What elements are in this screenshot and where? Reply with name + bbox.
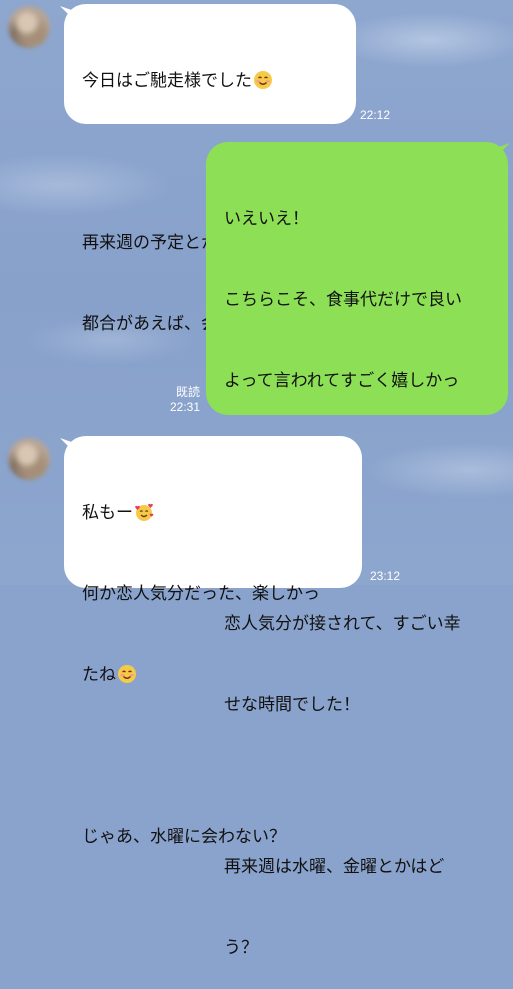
avatar[interactable] [8,438,50,480]
message-line: 私もー [82,500,344,527]
message-line: 再来週は水曜、金曜とかはど [224,857,445,877]
smiling-face-icon [254,71,272,89]
message-time: 22:31 [169,400,200,414]
message-time: 22:12 [360,108,391,122]
message-line: よって言われてすごく嬉しかっ [224,371,460,391]
message-bubble-incoming[interactable]: 私もー 何か恋人気分だった、楽しかっ たね じゃあ、水曜に会わない？ [64,436,362,847]
message-line: 今日はご馳走様でした [82,68,338,95]
message-line [224,773,490,800]
message-line: こちらこそ、食事代だけで良い [224,290,462,310]
read-status: 既読 [175,385,200,399]
message-line: いえいえ！ [224,209,309,229]
message-line: う？ [224,938,258,958]
message-line: 何か恋人気分だった、楽しかっ [82,584,320,604]
message-line [82,743,344,770]
message-line: せな時間でした！ [224,695,360,715]
message-line: じゃあ、水曜に会わない？ [82,827,286,847]
smiling-face-with-hearts-icon [135,503,154,521]
message-time: 23:12 [370,569,401,583]
message-line: たね [82,662,344,689]
avatar[interactable] [8,6,50,48]
message-line: 恋人気分が接されて、すごい幸 [224,614,461,634]
message-bubble-incoming[interactable]: 今日はご馳走様でした 再来週の予定とかどうですか？ 都合があえば、会いたいな [64,4,356,334]
smiling-face-icon [118,665,136,683]
message-bubble-outgoing[interactable]: いえいえ！ こちらこそ、食事代だけで良い よって言われてすごく嬉しかっ たな 恋… [206,142,508,958]
